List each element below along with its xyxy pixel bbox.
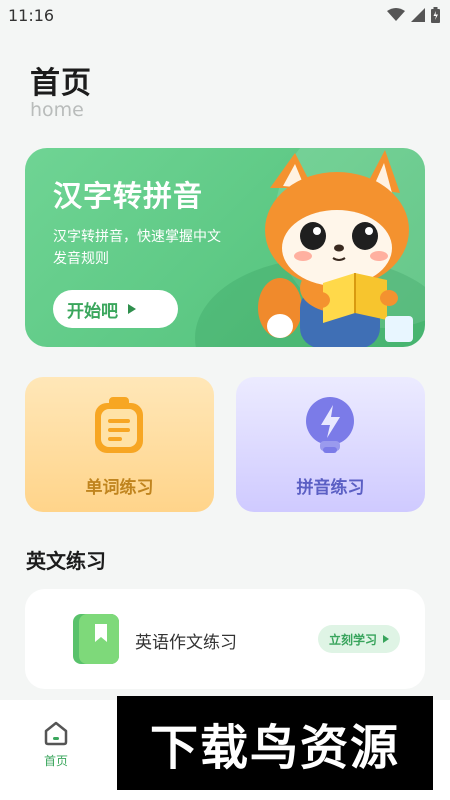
- start-button-label: 开始吧: [67, 301, 118, 322]
- nav-home-label: 首页: [43, 754, 68, 768]
- page-title: 首页: [30, 66, 92, 101]
- home-icon: [44, 721, 68, 746]
- pinyin-practice-label: 拼音练习: [296, 478, 365, 498]
- english-essay-card[interactable]: 英语作文练习 立刻学习: [25, 589, 425, 689]
- wifi-icon: [387, 8, 405, 22]
- english-essay-label: 英语作文练习: [135, 633, 237, 653]
- status-icons: [387, 7, 440, 23]
- status-time: 11:16: [8, 6, 55, 25]
- banner-title: 汉字转拼音: [53, 179, 204, 213]
- watermark: 下载鸟资源: [117, 696, 433, 790]
- start-button[interactable]: 开始吧: [53, 290, 178, 328]
- word-practice-label: 单词练习: [85, 478, 154, 498]
- play-arrow-icon: [383, 635, 389, 643]
- status-bar: 11:16: [0, 0, 450, 32]
- watermark-text: 下载鸟资源: [149, 720, 400, 776]
- clipboard-icon: [95, 397, 143, 453]
- nav-item-home[interactable]: 首页: [36, 720, 76, 780]
- battery-icon: [431, 7, 440, 23]
- page-subtitle: home: [30, 99, 84, 121]
- play-arrow-icon: [128, 304, 136, 314]
- pinyin-practice-card[interactable]: 拼音练习: [236, 377, 425, 512]
- lightbulb-bolt-icon: [306, 397, 354, 453]
- word-practice-card[interactable]: 单词练习: [25, 377, 214, 512]
- fox-mascot-illustration: [258, 150, 413, 347]
- learn-now-label: 立刻学习: [328, 632, 377, 647]
- banner-description: 汉字转拼音，快速掌握中文发音规则: [53, 229, 221, 267]
- signal-icon: [411, 8, 425, 22]
- green-book-icon: [73, 614, 119, 664]
- learn-now-button[interactable]: 立刻学习: [318, 625, 400, 653]
- section-title: 英文练习: [26, 549, 106, 573]
- pinyin-banner[interactable]: 汉字转拼音 汉字转拼音，快速掌握中文发音规则 开始吧: [25, 148, 425, 347]
